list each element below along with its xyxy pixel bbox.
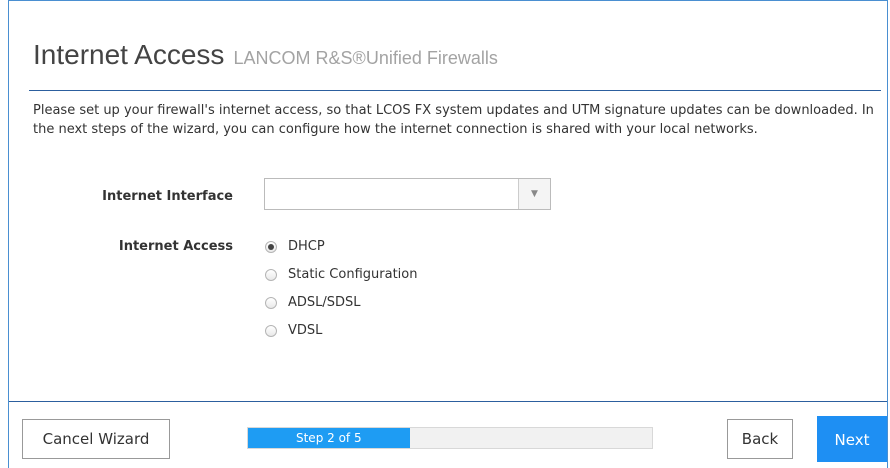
progress-step-text: Step 2 of 5 [295, 431, 362, 445]
cancel-wizard-button[interactable]: Cancel Wizard [22, 419, 170, 459]
radio-button-vdsl[interactable] [265, 325, 277, 337]
page-header: Internet Access LANCOM R&S®Unified Firew… [33, 39, 498, 71]
radio-button-static[interactable] [265, 269, 277, 281]
radio-option-dhcp[interactable]: DHCP [265, 239, 417, 267]
internet-access-radio-group: DHCP Static Configuration ADSL/SDSL VDSL [265, 239, 417, 351]
chevron-down-icon[interactable]: ▼ [518, 179, 550, 209]
page-subtitle: LANCOM R&S®Unified Firewalls [233, 48, 498, 68]
internet-interface-select[interactable]: ▼ [264, 178, 551, 210]
header-divider [29, 90, 881, 91]
radio-label-adsl: ADSL/SDSL [288, 295, 361, 310]
radio-option-static[interactable]: Static Configuration [265, 267, 417, 295]
radio-label-vdsl: VDSL [288, 323, 323, 338]
radio-button-adsl[interactable] [265, 297, 277, 309]
internet-interface-label: Internet Interface [102, 189, 233, 204]
next-button[interactable]: Next [817, 416, 887, 462]
radio-option-adsl[interactable]: ADSL/SDSL [265, 295, 417, 323]
radio-label-dhcp: DHCP [288, 239, 325, 254]
radio-label-static: Static Configuration [288, 267, 418, 282]
back-button[interactable]: Back [727, 419, 793, 459]
page-title: Internet Access [33, 39, 225, 70]
wizard-dialog: Internet Access LANCOM R&S®Unified Firew… [8, 0, 888, 468]
wizard-progress-bar: Step 2 of 5 [247, 427, 653, 449]
footer-divider [9, 401, 887, 402]
wizard-description: Please set up your firewall's internet a… [33, 103, 874, 137]
internet-access-label: Internet Access [118, 239, 233, 254]
radio-button-dhcp[interactable] [265, 241, 277, 253]
radio-option-vdsl[interactable]: VDSL [265, 323, 417, 351]
